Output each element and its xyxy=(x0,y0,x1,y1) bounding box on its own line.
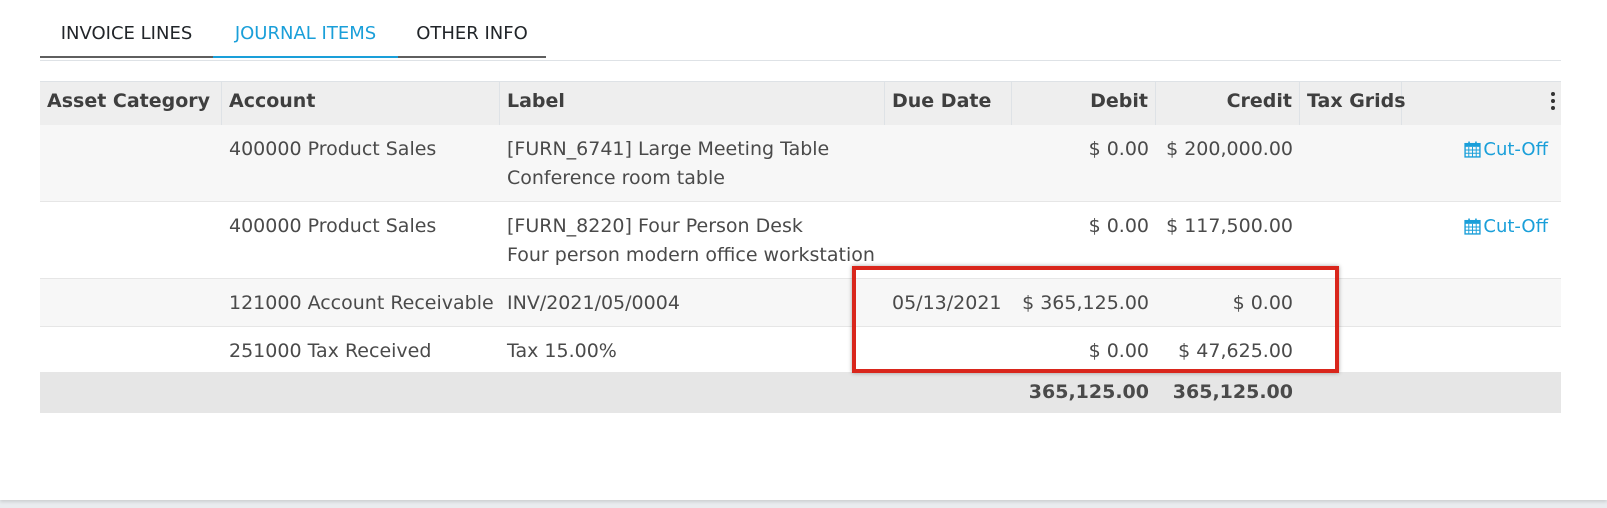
credit-cell: $ 200,000.00 xyxy=(1166,138,1293,160)
label-cell: [FURN_6741] Large Meeting Table Conferen… xyxy=(500,125,885,193)
table-header: Asset Category Account Label Due Date De… xyxy=(40,81,1561,127)
label-line-product: [FURN_8220] Four Person Desk xyxy=(507,215,803,237)
credit-cell: $ 117,500.00 xyxy=(1166,215,1293,237)
table-row[interactable]: 121000 Account Receivable INV/2021/05/00… xyxy=(40,279,1561,327)
cut-off-button[interactable]: Cut-Off xyxy=(1464,135,1548,164)
table-row[interactable]: 251000 Tax Received Tax 15.00% $ 0.00 $ … xyxy=(40,327,1561,375)
credit-cell: $ 0.00 xyxy=(1232,292,1293,314)
cut-off-button[interactable]: Cut-Off xyxy=(1464,212,1548,241)
tab-journal-items[interactable]: JOURNAL ITEMS xyxy=(213,18,398,58)
due-date-cell: 05/13/2021 xyxy=(892,292,1002,314)
label-line-product: [FURN_6741] Large Meeting Table xyxy=(507,138,830,160)
tax-grids-cell xyxy=(1300,125,1402,135)
credit-cell: $ 47,625.00 xyxy=(1178,340,1293,362)
account-cell: 251000 Tax Received xyxy=(229,340,432,362)
calendar-icon xyxy=(1464,141,1482,158)
column-header-account[interactable]: Account xyxy=(222,82,500,126)
total-credit: 365,125.00 xyxy=(1172,381,1293,403)
account-cell: 400000 Product Sales xyxy=(229,215,437,237)
asset-category-cell xyxy=(40,327,222,337)
label-cell: INV/2021/05/0004 xyxy=(507,292,680,314)
account-cell: 121000 Account Receivable xyxy=(229,292,494,314)
notebook-tabs: INVOICE LINES JOURNAL ITEMS OTHER INFO xyxy=(40,0,1561,61)
label-cell: [FURN_8220] Four Person Desk Four person… xyxy=(500,202,885,270)
tax-grids-cell xyxy=(1300,279,1402,289)
label-line-description: Four person modern office workstation xyxy=(507,244,875,266)
due-date-cell xyxy=(885,202,1012,212)
calendar-icon xyxy=(1464,218,1482,235)
due-date-cell xyxy=(885,327,1012,337)
label-cell: Tax 15.00% xyxy=(507,340,617,362)
column-header-actions xyxy=(1402,82,1561,126)
asset-category-cell xyxy=(40,202,222,212)
journal-sheet: INVOICE LINES JOURNAL ITEMS OTHER INFO A… xyxy=(0,0,1607,500)
tax-grids-cell xyxy=(1300,202,1402,212)
asset-category-cell xyxy=(40,279,222,289)
column-header-due-date[interactable]: Due Date xyxy=(885,82,1012,126)
tab-other-info[interactable]: OTHER INFO xyxy=(398,18,546,58)
column-header-credit[interactable]: Credit xyxy=(1156,82,1300,126)
due-date-cell xyxy=(885,125,1012,135)
debit-cell: $ 0.00 xyxy=(1088,340,1149,362)
asset-category-cell xyxy=(40,125,222,135)
table-row[interactable]: 400000 Product Sales [FURN_8220] Four Pe… xyxy=(40,202,1561,279)
table-row[interactable]: 400000 Product Sales [FURN_6741] Large M… xyxy=(40,125,1561,202)
cut-off-label: Cut-Off xyxy=(1483,139,1548,160)
kebab-menu-icon[interactable] xyxy=(1551,92,1555,110)
account-cell: 400000 Product Sales xyxy=(229,138,437,160)
debit-cell: $ 365,125.00 xyxy=(1022,292,1149,314)
tax-grids-cell xyxy=(1300,327,1402,337)
debit-cell: $ 0.00 xyxy=(1088,215,1149,237)
cut-off-label: Cut-Off xyxy=(1483,216,1548,237)
total-debit: 365,125.00 xyxy=(1028,381,1149,403)
column-header-label[interactable]: Label xyxy=(500,82,885,126)
debit-cell: $ 0.00 xyxy=(1088,138,1149,160)
totals-row: 365,125.00 365,125.00 xyxy=(40,372,1561,413)
label-line-description: Conference room table xyxy=(507,167,725,189)
column-header-tax-grids[interactable]: Tax Grids xyxy=(1300,82,1406,126)
column-header-asset-category[interactable]: Asset Category xyxy=(40,82,222,126)
column-header-debit[interactable]: Debit xyxy=(1012,82,1156,126)
tab-invoice-lines[interactable]: INVOICE LINES xyxy=(40,18,213,58)
